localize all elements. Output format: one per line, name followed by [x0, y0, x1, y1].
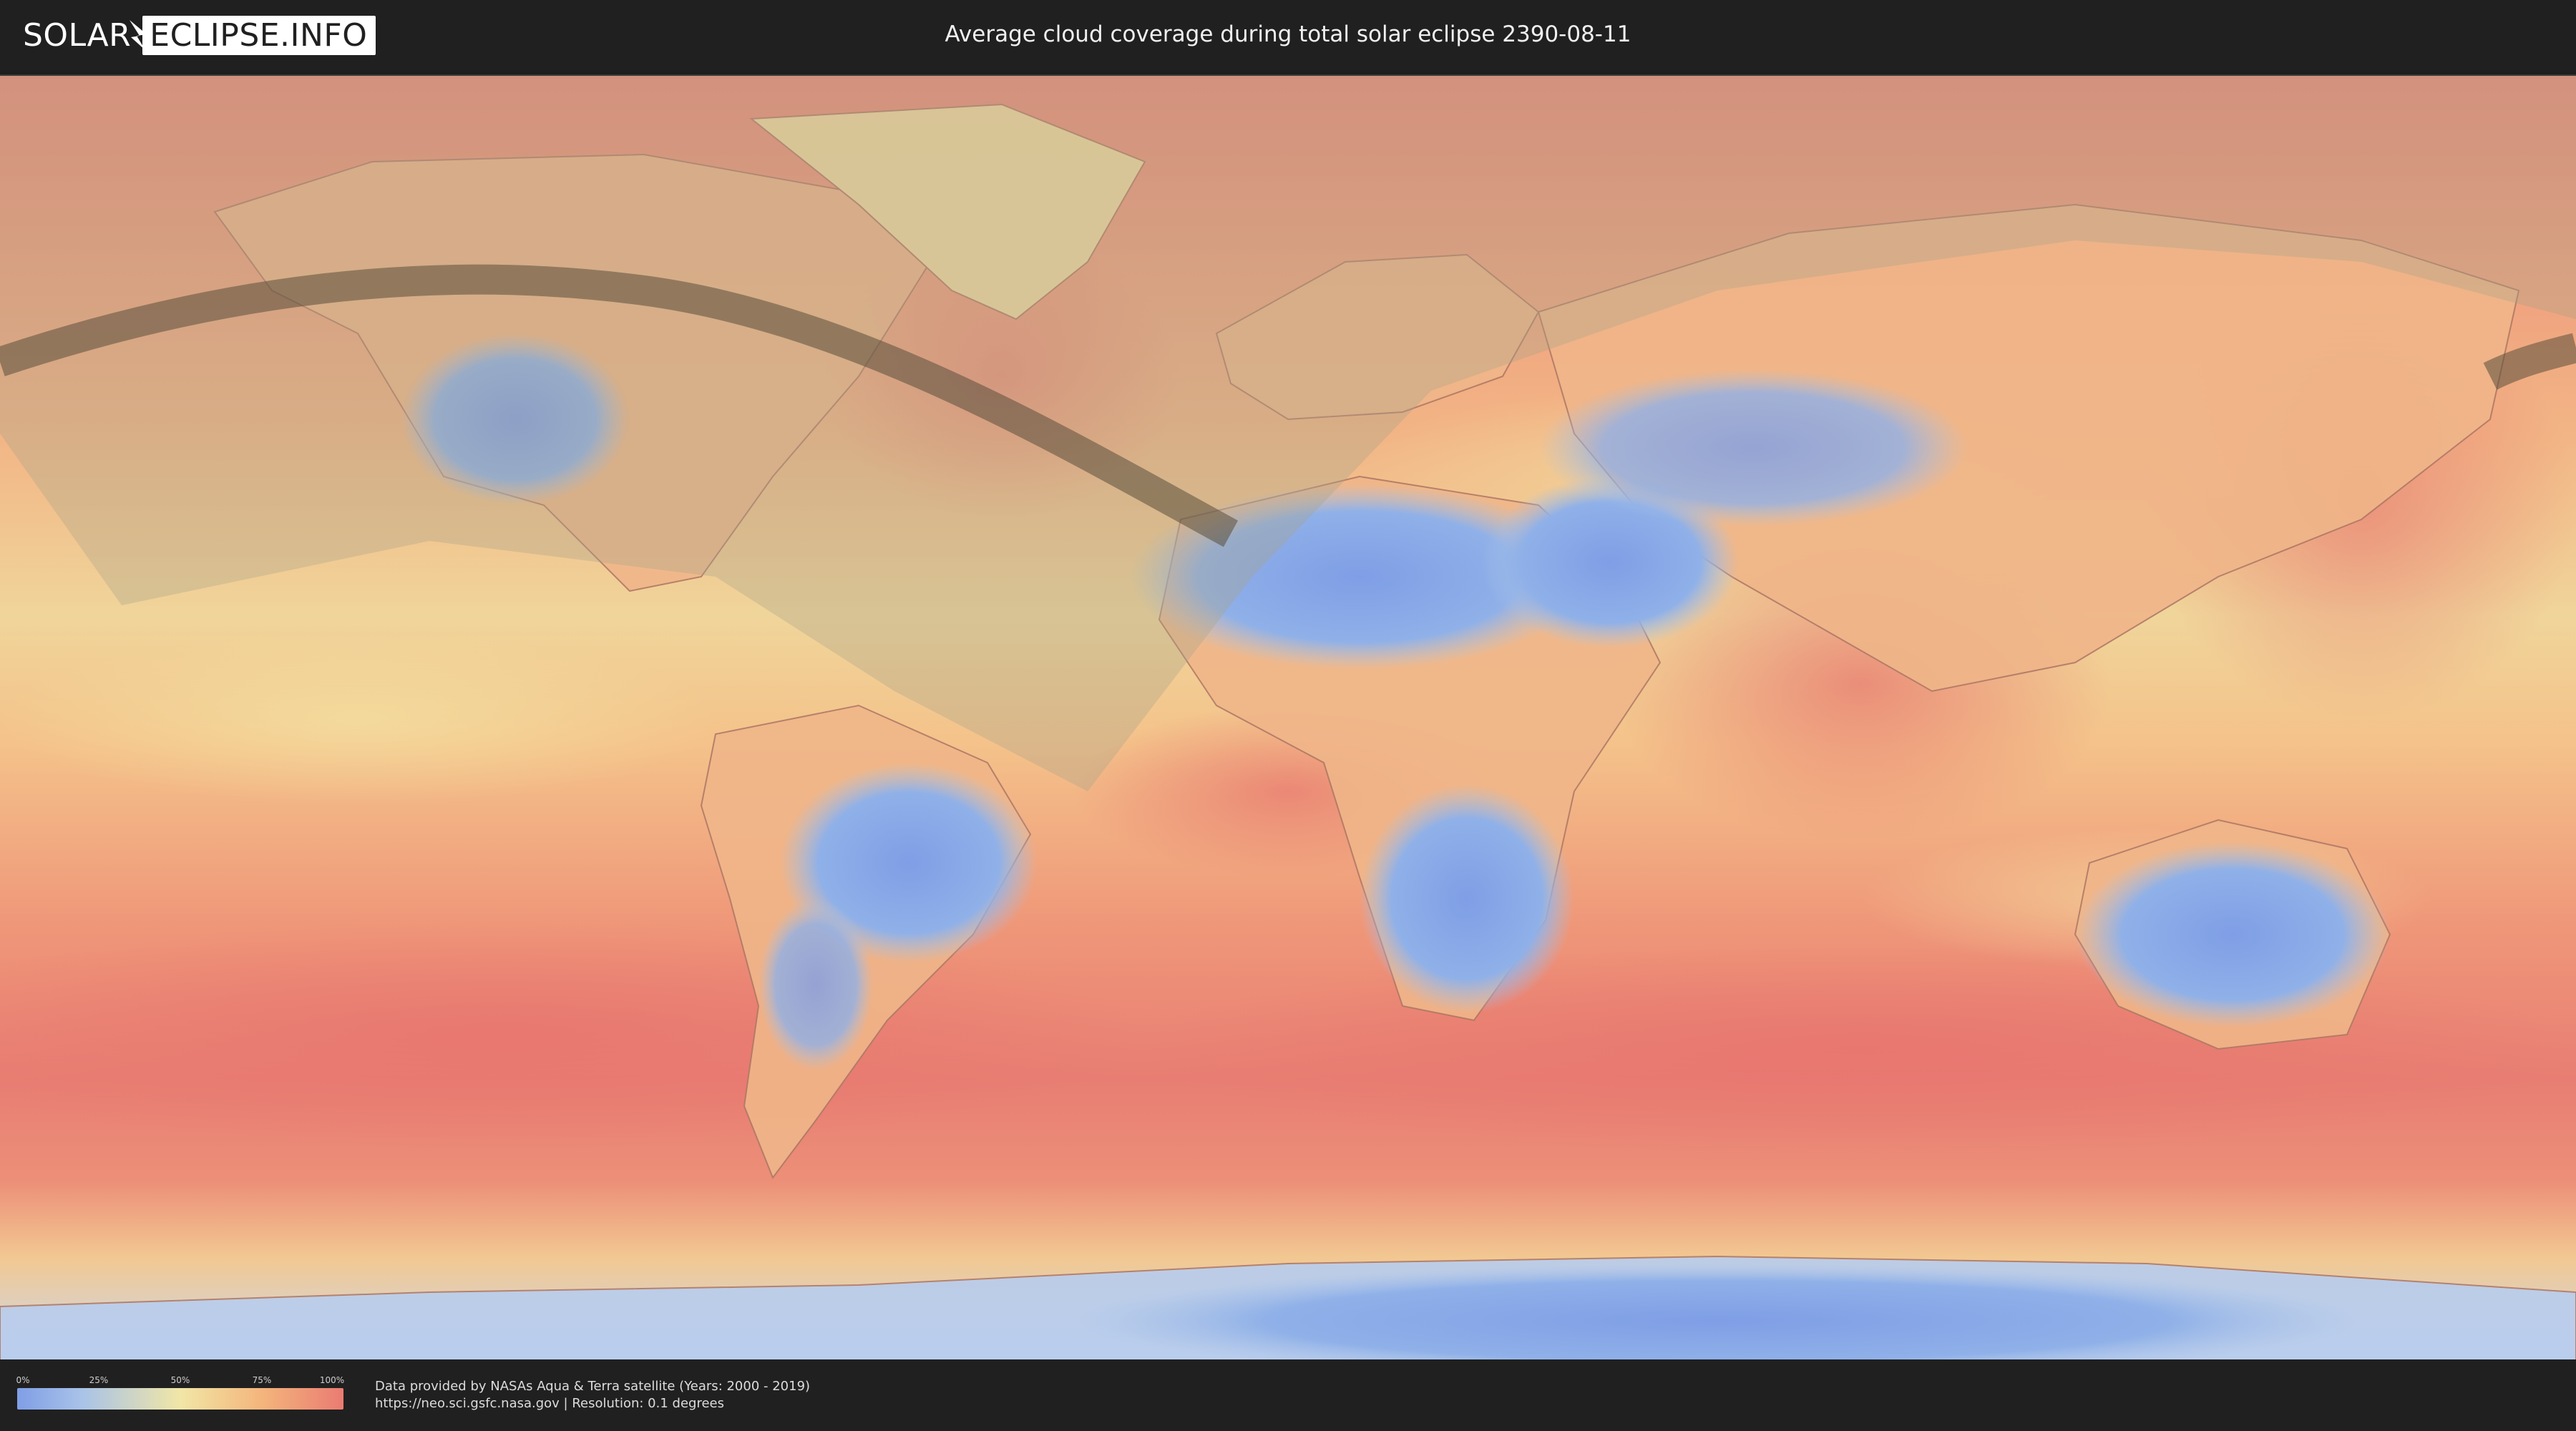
legend-ticks: 0% 25% 50% 75% 100%	[16, 1375, 345, 1388]
logo-eclipse-icon	[130, 20, 147, 50]
legend-tick-75: 75%	[252, 1375, 272, 1385]
legend-tick-25: 25%	[89, 1375, 109, 1385]
legend-tick-100: 100%	[319, 1375, 345, 1385]
cloud-coverage-legend: 0% 25% 50% 75% 100%	[16, 1375, 345, 1410]
footer-bar: 0% 25% 50% 75% 100% Data provided by NAS…	[0, 1359, 2576, 1431]
legend-tick-0: 0%	[16, 1375, 30, 1385]
credit-line-source: Data provided by NASAs Aqua & Terra sate…	[375, 1379, 811, 1394]
data-credits: Data provided by NASAs Aqua & Terra sate…	[375, 1378, 810, 1412]
header-bar: SOLAR ECLIPSE.INFO Average cloud coverag…	[0, 0, 2576, 72]
cloud-coverage-map[interactable]	[0, 74, 2576, 1362]
legend-color-bar	[17, 1388, 343, 1410]
credit-line-url[interactable]: https://neo.sci.gsfc.nasa.gov | Resoluti…	[375, 1395, 810, 1412]
world-map-icon	[0, 76, 2576, 1361]
page-title: Average cloud coverage during total sola…	[945, 21, 1631, 47]
legend-tick-50: 50%	[170, 1375, 190, 1385]
